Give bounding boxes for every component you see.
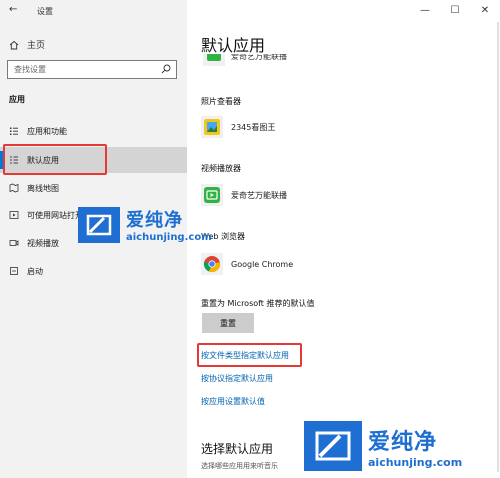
list-icon <box>9 126 19 136</box>
title-bar: ← 设置 <box>0 0 187 20</box>
music-app-name: 爱奇艺万能联播 <box>231 54 287 61</box>
music-app-icon <box>203 54 225 66</box>
watermark-cn-text: 爱纯净 <box>126 210 183 231</box>
photo-viewer-app-name: 2345看图王 <box>231 122 276 132</box>
map-icon <box>9 183 19 193</box>
home-link[interactable]: 主页 <box>9 38 45 51</box>
sidebar-item-offline-maps[interactable]: 离线地图 <box>0 175 187 201</box>
search-icon[interactable] <box>161 64 171 74</box>
video-player-app-name: 爱奇艺万能联播 <box>231 190 287 200</box>
scrollbar[interactable] <box>497 22 499 472</box>
photo-viewer-label: 照片查看器 <box>201 97 241 106</box>
watermark-logo-icon <box>304 421 362 471</box>
watermark-en-text: aichunjing.com <box>126 232 212 243</box>
reset-button[interactable]: 重置 <box>202 313 254 333</box>
page-title: 默认应用 <box>201 36 266 55</box>
startup-icon <box>9 266 19 276</box>
photo-viewer-app-icon <box>201 116 223 138</box>
video-player-app-icon <box>201 184 223 206</box>
main-content: — ☐ ✕ 默认应用 爱奇艺万能联播 照片查看器 2345看图王 视频播放器 爱… <box>187 0 500 478</box>
sidebar-item-label: 启动 <box>27 266 43 276</box>
link-set-defaults-by-app[interactable]: 按应用设置默认值 <box>201 396 265 407</box>
chrome-icon <box>201 253 223 275</box>
watermark-en-text: aichunjing.com <box>368 455 463 469</box>
home-icon <box>9 40 19 49</box>
close-icon[interactable]: ✕ <box>470 0 500 20</box>
home-label: 主页 <box>27 41 46 51</box>
web-browser-app-name: Google Chrome <box>231 259 294 269</box>
back-arrow-icon[interactable]: ← <box>9 4 17 15</box>
sidebar-item-label: 应用和功能 <box>27 126 67 136</box>
section-title: 应用 <box>9 95 25 104</box>
highlight-box-sidebar <box>3 144 107 175</box>
watermark-center: 爱纯净 aichunjing.com <box>78 206 212 243</box>
music-player-app-partial[interactable]: 爱奇艺万能联播 <box>201 54 321 66</box>
sidebar-item-label: 离线地图 <box>27 183 59 193</box>
web-browser-app[interactable]: Google Chrome <box>201 253 293 275</box>
sidebar-item-startup[interactable]: 启动 <box>0 258 187 284</box>
video-icon <box>9 238 19 248</box>
window-title: 设置 <box>37 7 53 16</box>
watermark-logo-icon <box>78 206 120 243</box>
window-controls: — ☐ ✕ <box>400 0 500 20</box>
video-player-app[interactable]: 爱奇艺万能联播 <box>201 184 287 206</box>
video-player-label: 视频播放器 <box>201 164 241 173</box>
search-box[interactable] <box>7 60 177 79</box>
watermark-cn-text: 爱纯净 <box>368 429 438 455</box>
photo-viewer-app[interactable]: 2345看图王 <box>201 116 275 138</box>
minimize-icon[interactable]: — <box>410 0 440 20</box>
choose-default-apps-heading: 选择默认应用 <box>201 442 274 456</box>
sidebar-item-label: 视频播放 <box>27 238 59 248</box>
sidebar-item-apps-features[interactable]: 应用和功能 <box>0 118 187 144</box>
watermark-bottom-right: 爱纯净 aichunjing.com <box>304 421 462 471</box>
link-default-by-protocol[interactable]: 按协议指定默认应用 <box>201 373 273 384</box>
reset-label: 重置为 Microsoft 推荐的默认值 <box>201 299 315 308</box>
choose-default-apps-desc: 选择哪些应用用来听音乐 <box>201 462 278 470</box>
website-app-icon <box>9 210 19 220</box>
search-input[interactable] <box>8 61 154 78</box>
maximize-icon[interactable]: ☐ <box>440 0 470 20</box>
highlight-box-link <box>197 343 302 367</box>
